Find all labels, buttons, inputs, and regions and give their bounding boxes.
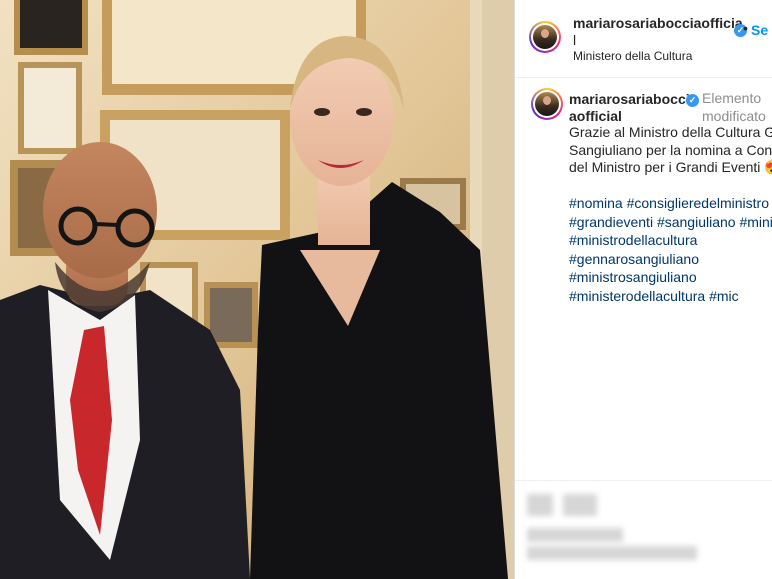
caption-line: Grazie al Ministro della Cultura Ge [569,124,772,140]
post-caption: Grazie al Ministro della Cultura Ge Sang… [569,124,772,177]
comment-username-wrap[interactable]: aofficial [569,108,622,125]
author-avatar[interactable] [529,21,561,53]
follow-button[interactable]: Se [751,22,768,38]
hashtag-list: #nomina #consiglieredelministro #grandie… [569,194,772,305]
separator-dot: • [743,20,748,36]
verified-badge-icon: ✓ [686,94,699,107]
hashtag-line[interactable]: #grandieventi #sangiuliano #minis [569,213,772,232]
blurred-text [527,528,623,542]
post-photo[interactable] [0,0,514,579]
post-sidebar: mariarosariabocciaofficia l ✓ • Se Minis… [514,0,772,579]
hashtag-line[interactable]: #ministrosangiuliano [569,268,772,287]
blurred-text [527,546,697,560]
hashtag-line[interactable]: #ministrodellacultura [569,231,772,250]
hashtag-line[interactable]: #ministerodellacultura #mic [569,287,772,306]
comment-avatar[interactable] [531,88,563,120]
photo-illustration [0,0,514,579]
section-divider [515,480,772,481]
hashtag-line[interactable]: #gennarosangiuliano [569,250,772,269]
hashtag-line[interactable]: #nomina #consiglieredelministro [569,194,772,213]
caption-line: del Ministro per i Grandi Eventi 😍 [569,159,772,175]
comment-username[interactable]: mariarosariabocci [569,91,690,108]
edited-label: Elemento modificato [702,90,766,124]
author-username-wrap[interactable]: l [573,32,576,49]
caption-line: Sangiuliano per la nomina a Consi [569,141,772,158]
blurred-icon [563,494,597,516]
blurred-icon [527,494,553,516]
author-username[interactable]: mariarosariabocciaofficia [573,15,743,32]
post-header: mariarosariabocciaofficia l ✓ • Se Minis… [515,0,772,78]
post-location[interactable]: Ministero della Cultura [573,49,692,63]
